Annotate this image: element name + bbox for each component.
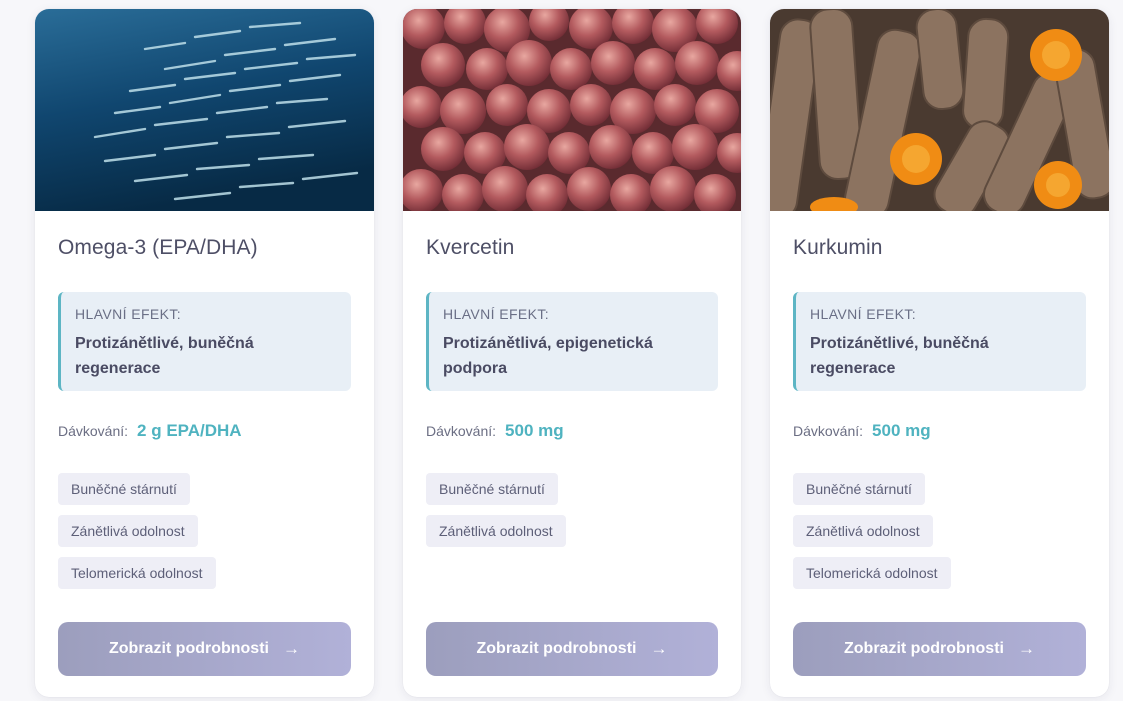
tag: Zánětlivá odolnost	[58, 515, 198, 547]
dosage-label: Dávkování:	[793, 423, 864, 439]
dosage-row: Dávkování: 500 mg	[426, 421, 564, 441]
tag-list: Buněčné stárnutí Zánětlivá odolnost Telo…	[58, 473, 216, 599]
tag: Telomerická odolnost	[793, 557, 951, 589]
tag: Telomerická odolnost	[58, 557, 216, 589]
supplement-card-omega3: Omega-3 (EPA/DHA) HLAVNÍ EFEKT: Protizán…	[35, 9, 374, 697]
main-effect-box: HLAVNÍ EFEKT: Protizánětlivá, epigenetic…	[426, 292, 718, 391]
dosage-value: 500 mg	[505, 421, 564, 440]
show-details-label: Zobrazit podrobnosti	[844, 640, 1004, 657]
tag: Buněčné stárnutí	[58, 473, 190, 505]
dosage-value: 2 g EPA/DHA	[137, 421, 242, 440]
supplement-card-curcumin: Kurkumin HLAVNÍ EFEKT: Protizánětlivé, b…	[770, 9, 1109, 697]
main-effect-text: Protizánětlivé, buněčná regenerace	[810, 335, 989, 377]
show-details-button[interactable]: Zobrazit podrobnosti →	[793, 622, 1086, 676]
arrow-right-icon: →	[282, 639, 300, 658]
tag-list: Buněčné stárnutí Zánětlivá odolnost	[426, 473, 566, 557]
main-effect-text: Protizánětlivá, epigenetická podpora	[443, 335, 653, 377]
dosage-row: Dávkování: 2 g EPA/DHA	[58, 421, 242, 441]
tag: Zánětlivá odolnost	[426, 515, 566, 547]
tag-list: Buněčné stárnutí Zánětlivá odolnost Telo…	[793, 473, 951, 599]
main-effect-text: Protizánětlivé, buněčná regenerace	[75, 335, 254, 377]
fish-school-image	[35, 9, 374, 211]
turmeric-roots-image	[770, 9, 1109, 211]
show-details-button[interactable]: Zobrazit podrobnosti →	[58, 622, 351, 676]
main-effect-box: HLAVNÍ EFEKT: Protizánětlivé, buněčná re…	[793, 292, 1086, 391]
arrow-right-icon: →	[650, 639, 668, 658]
tag: Buněčné stárnutí	[793, 473, 925, 505]
main-effect-label: HLAVNÍ EFEKT:	[810, 306, 917, 322]
arrow-right-icon: →	[1017, 639, 1035, 658]
tag: Buněčné stárnutí	[426, 473, 558, 505]
card-title: Kvercetin	[426, 236, 515, 259]
main-effect-box: HLAVNÍ EFEKT: Protizánětlivé, buněčná re…	[58, 292, 351, 391]
supplement-card-grid: Omega-3 (EPA/DHA) HLAVNÍ EFEKT: Protizán…	[0, 0, 1123, 701]
dosage-row: Dávkování: 500 mg	[793, 421, 931, 441]
card-title: Omega-3 (EPA/DHA)	[58, 236, 258, 259]
show-details-label: Zobrazit podrobnosti	[476, 640, 637, 657]
dosage-value: 500 mg	[872, 421, 931, 440]
show-details-label: Zobrazit podrobnosti	[109, 640, 269, 657]
tag: Zánětlivá odolnost	[793, 515, 933, 547]
card-title: Kurkumin	[793, 236, 883, 259]
dosage-label: Dávkování:	[58, 423, 129, 439]
main-effect-label: HLAVNÍ EFEKT:	[75, 306, 182, 322]
dosage-label: Dávkování:	[426, 423, 497, 439]
show-details-button[interactable]: Zobrazit podrobnosti →	[426, 622, 718, 676]
red-onions-image	[403, 9, 741, 211]
supplement-card-quercetin: Kvercetin HLAVNÍ EFEKT: Protizánětlivá, …	[403, 9, 741, 697]
main-effect-label: HLAVNÍ EFEKT:	[443, 306, 550, 322]
